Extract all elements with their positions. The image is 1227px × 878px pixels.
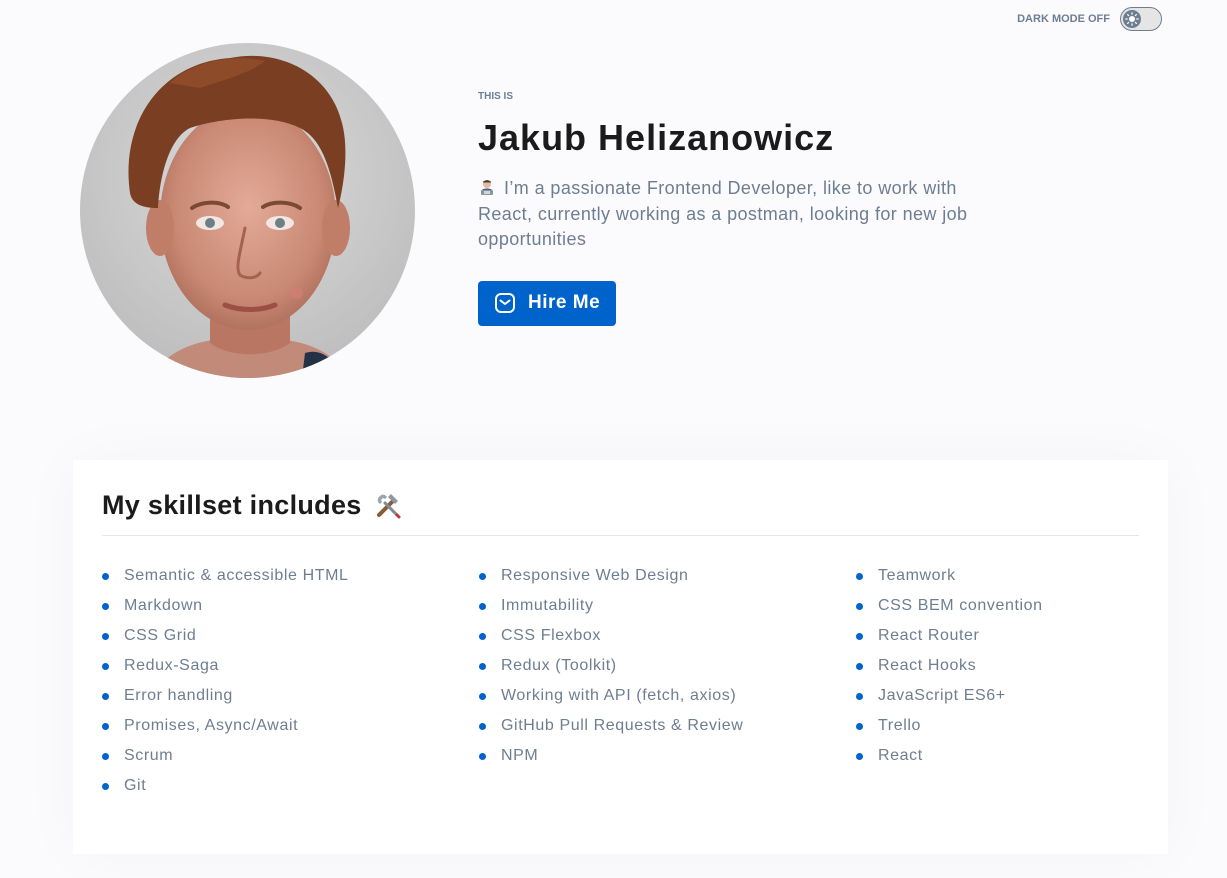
bullet-icon: [102, 782, 109, 790]
page-title: Jakub Helizanowicz: [478, 117, 835, 158]
skill-item: Git: [102, 771, 479, 801]
skill-label: Responsive Web Design: [501, 567, 689, 584]
skill-item: Redux-Saga: [102, 651, 479, 681]
profile-header: THIS IS Jakub Helizanowicz I’m a passion…: [80, 43, 1160, 379]
skill-label: Immutability: [501, 597, 594, 614]
skill-item: React: [856, 741, 1136, 771]
avatar: [80, 43, 415, 378]
bullet-icon: [479, 752, 486, 760]
bio-paragraph: I’m a passionate Frontend Developer, lik…: [478, 176, 1008, 253]
dark-mode-switch[interactable]: [1120, 7, 1162, 31]
sun-icon: [1123, 10, 1141, 28]
skill-item: CSS Grid: [102, 621, 479, 651]
skill-label: CSS BEM convention: [878, 597, 1043, 614]
skills-list: Semantic & accessible HTML Markdown CSS …: [102, 561, 1142, 801]
skill-label: Working with API (fetch, axios): [501, 687, 737, 704]
skill-item: Markdown: [102, 591, 479, 621]
hire-me-button[interactable]: Hire Me: [478, 280, 617, 326]
hammer-and-wrench-icon: [374, 492, 402, 520]
bullet-icon: [479, 572, 486, 580]
skill-label: Redux (Toolkit): [501, 657, 617, 674]
skill-item: React Router: [856, 621, 1136, 651]
skill-item: Scrum: [102, 741, 479, 771]
skill-item: Responsive Web Design: [479, 561, 856, 591]
technologist-icon: [478, 178, 496, 196]
bullet-icon: [856, 752, 863, 760]
skill-item: GitHub Pull Requests & Review: [479, 711, 856, 741]
bullet-icon: [856, 602, 863, 610]
skill-label: Redux-Saga: [124, 657, 219, 674]
skill-label: Trello: [878, 717, 922, 734]
bullet-icon: [479, 692, 486, 700]
skill-item: Immutability: [479, 591, 856, 621]
bio-text: I’m a passionate Frontend Developer, lik…: [478, 178, 968, 249]
skill-item: Trello: [856, 711, 1136, 741]
bullet-icon: [856, 632, 863, 640]
skill-label: Git: [124, 777, 147, 794]
skill-item: Redux (Toolkit): [479, 651, 856, 681]
bullet-icon: [102, 662, 109, 670]
skill-label: Teamwork: [878, 567, 956, 584]
skill-item: CSS Flexbox: [479, 621, 856, 651]
envelope-icon: [494, 292, 516, 314]
skill-label: React Router: [878, 627, 980, 644]
skill-item: Working with API (fetch, axios): [479, 681, 856, 711]
bullet-icon: [102, 602, 109, 610]
bullet-icon: [479, 662, 486, 670]
skill-label: JavaScript ES6+: [878, 687, 1006, 704]
skills-section: My skillset includes Semantic & accessib…: [73, 460, 1168, 854]
dark-mode-toggle: DARK MODE OFF: [1017, 7, 1162, 31]
skill-item: React Hooks: [856, 651, 1136, 681]
bullet-icon: [479, 602, 486, 610]
skill-label: Promises, Async/Await: [124, 717, 299, 734]
skill-label: CSS Grid: [124, 627, 197, 644]
bullet-icon: [856, 722, 863, 730]
bullet-icon: [856, 692, 863, 700]
bullet-icon: [102, 692, 109, 700]
bullet-icon: [102, 572, 109, 580]
eyebrow-text: THIS IS: [478, 91, 514, 102]
skill-label: CSS Flexbox: [501, 627, 601, 644]
skill-label: GitHub Pull Requests & Review: [501, 717, 744, 734]
skill-item-spacer: [479, 771, 856, 801]
skill-label: NPM: [501, 747, 539, 764]
skill-label: React: [878, 747, 923, 764]
skill-item: NPM: [479, 741, 856, 771]
skill-label: Scrum: [124, 747, 174, 764]
skill-item: Semantic & accessible HTML: [102, 561, 479, 591]
bullet-icon: [479, 632, 486, 640]
intro-section: THIS IS Jakub Helizanowicz I’m a passion…: [478, 91, 1018, 326]
skills-title: My skillset includes: [102, 490, 402, 521]
skill-item: Promises, Async/Await: [102, 711, 479, 741]
bullet-icon: [102, 722, 109, 730]
skill-label: Markdown: [124, 597, 203, 614]
dark-mode-label: DARK MODE OFF: [1017, 13, 1110, 25]
skills-title-text: My skillset includes: [102, 490, 362, 520]
bullet-icon: [102, 752, 109, 760]
skills-divider: [102, 535, 1139, 536]
bullet-icon: [856, 572, 863, 580]
bullet-icon: [102, 632, 109, 640]
bullet-icon: [479, 722, 486, 730]
skill-item: Error handling: [102, 681, 479, 711]
skill-label: Error handling: [124, 687, 233, 704]
skill-label: React Hooks: [878, 657, 977, 674]
skill-item: JavaScript ES6+: [856, 681, 1136, 711]
skill-label: Semantic & accessible HTML: [124, 567, 349, 584]
bullet-icon: [856, 662, 863, 670]
skill-item: CSS BEM convention: [856, 591, 1136, 621]
skill-item: Teamwork: [856, 561, 1136, 591]
hire-me-label: Hire Me: [528, 292, 601, 313]
